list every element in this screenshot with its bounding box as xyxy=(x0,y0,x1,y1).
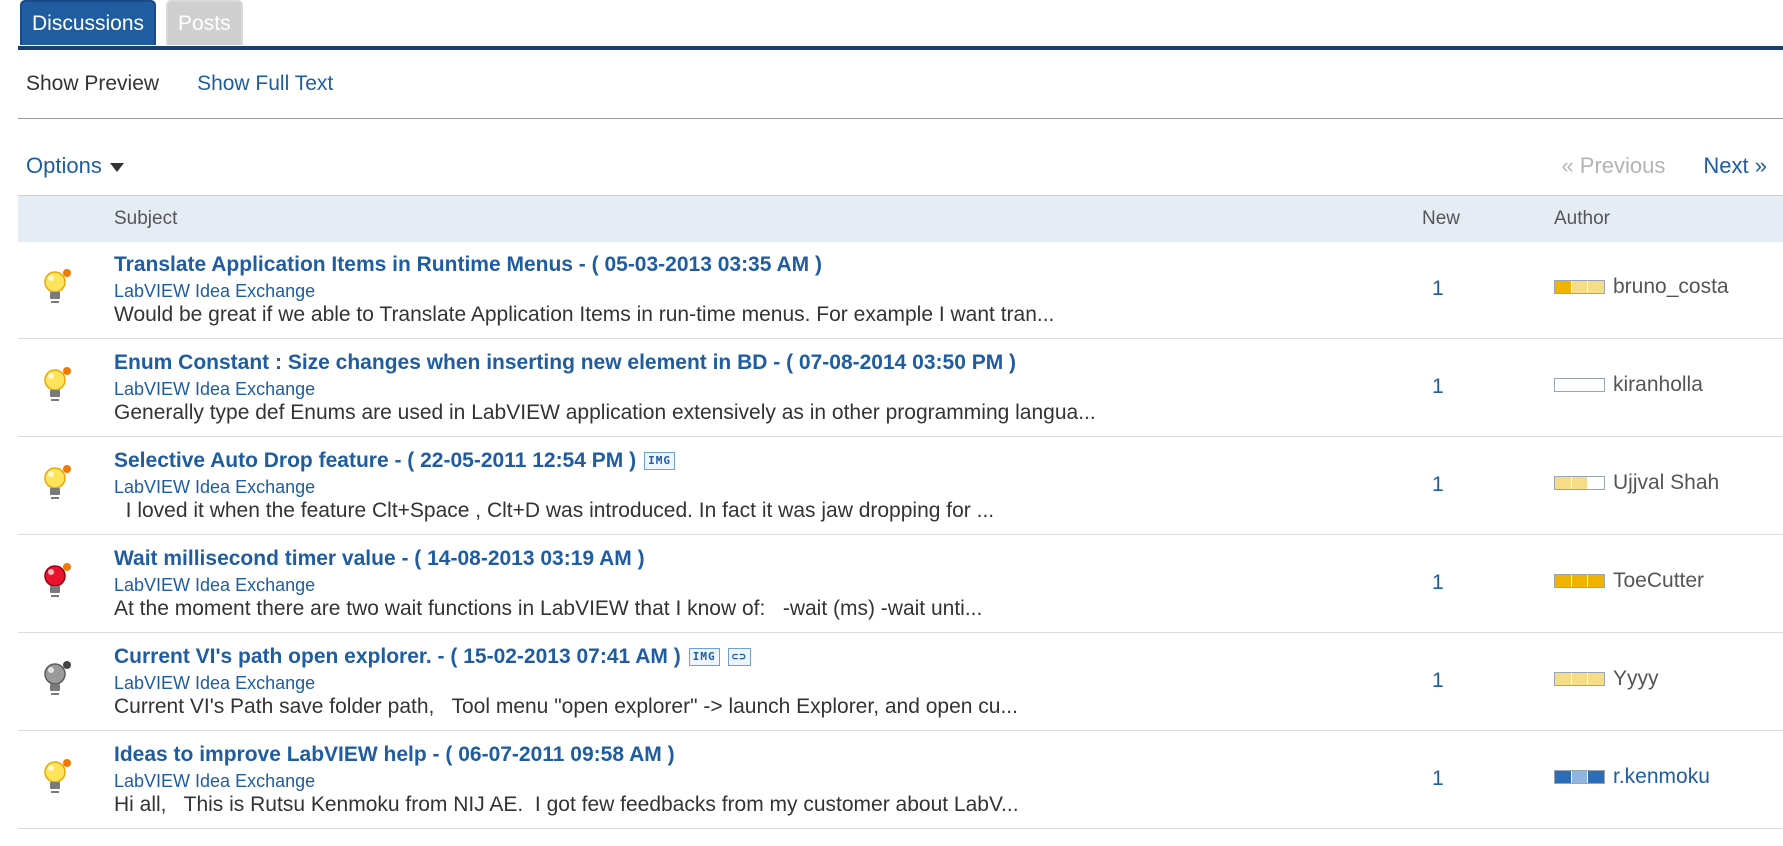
topic-title-link[interactable]: Wait millisecond timer value - ( 14-08-2… xyxy=(114,547,645,571)
topic-snippet: At the moment there are two wait functio… xyxy=(114,597,983,620)
new-count-link[interactable]: 1 xyxy=(1432,277,1444,301)
author-link[interactable]: kiranholla xyxy=(1554,373,1703,397)
pagination: « Previous Next » xyxy=(1561,153,1767,179)
new-count-link[interactable]: 1 xyxy=(1432,571,1444,595)
new-count-link[interactable]: 1 xyxy=(1432,669,1444,693)
rank-icon xyxy=(1554,770,1605,784)
topic-list: Translate Application Items in Runtime M… xyxy=(18,241,1783,829)
show-full-text-link[interactable]: Show Full Text xyxy=(197,72,333,96)
topic-title-text: Current VI's path open explorer. - ( 15-… xyxy=(114,645,681,668)
author-name: ToeCutter xyxy=(1613,569,1705,592)
rank-icon xyxy=(1554,672,1605,686)
topic-title-link[interactable]: Ideas to improve LabVIEW help - ( 06-07-… xyxy=(114,743,675,767)
options-menu-button[interactable]: Options xyxy=(26,153,124,179)
board-link[interactable]: LabVIEW Idea Exchange xyxy=(114,673,315,694)
rank-icon xyxy=(1554,574,1605,588)
idea-bulb-red-icon xyxy=(38,561,78,601)
idea-bulb-yellow-icon xyxy=(38,267,78,307)
new-count-link[interactable]: 1 xyxy=(1432,767,1444,791)
column-new[interactable]: New xyxy=(1422,208,1460,230)
view-toggle: Show Preview Show Full Text xyxy=(26,72,333,96)
idea-bulb-yellow-icon xyxy=(38,463,78,503)
board-link[interactable]: LabVIEW Idea Exchange xyxy=(114,379,315,400)
topic-row: Wait millisecond timer value - ( 14-08-2… xyxy=(18,535,1783,633)
author-link[interactable]: Yyyy xyxy=(1554,667,1659,691)
board-link[interactable]: LabVIEW Idea Exchange xyxy=(114,281,315,302)
show-preview-option[interactable]: Show Preview xyxy=(26,72,159,96)
idea-bulb-yellow-icon xyxy=(38,365,78,405)
rank-icon xyxy=(1554,378,1605,392)
topic-row: Translate Application Items in Runtime M… xyxy=(18,241,1783,339)
author-name: kiranholla xyxy=(1613,373,1703,396)
author-link[interactable]: bruno_costa xyxy=(1554,275,1729,299)
topic-title-text: Enum Constant : Size changes when insert… xyxy=(114,351,1017,374)
board-link[interactable]: LabVIEW Idea Exchange xyxy=(114,771,315,792)
tab-discussions[interactable]: Discussions xyxy=(20,0,157,45)
topic-snippet: I loved it when the feature Clt+Space , … xyxy=(114,499,995,522)
tab-divider xyxy=(18,46,1783,50)
author-link[interactable]: r.kenmoku xyxy=(1554,765,1710,789)
idea-bulb-gray-icon xyxy=(38,659,78,699)
topic-title-link[interactable]: Translate Application Items in Runtime M… xyxy=(114,253,822,277)
table-header: Subject New Author xyxy=(18,195,1783,242)
topic-snippet: Generally type def Enums are used in Lab… xyxy=(114,401,1096,424)
topic-title-text: Ideas to improve LabVIEW help - ( 06-07-… xyxy=(114,743,675,766)
author-name: r.kenmoku xyxy=(1613,765,1710,788)
previous-page-link: « Previous xyxy=(1561,153,1666,178)
caret-down-icon xyxy=(109,162,124,172)
new-count-link[interactable]: 1 xyxy=(1432,473,1444,497)
idea-bulb-yellow-icon xyxy=(38,757,78,797)
new-count-link[interactable]: 1 xyxy=(1432,375,1444,399)
author-name: Ujjval Shah xyxy=(1613,471,1720,494)
topic-title-link[interactable]: Current VI's path open explorer. - ( 15-… xyxy=(114,645,751,669)
options-label: Options xyxy=(26,153,102,178)
next-page-link[interactable]: Next » xyxy=(1703,153,1767,179)
topic-row: Ideas to improve LabVIEW help - ( 06-07-… xyxy=(18,731,1783,829)
topic-title-link[interactable]: Enum Constant : Size changes when insert… xyxy=(114,351,1016,375)
discussion-list-page: Discussions Posts Show Preview Show Full… xyxy=(0,0,1783,846)
paperclip-icon: ⊂⊃ xyxy=(727,648,751,666)
column-author[interactable]: Author xyxy=(1554,208,1610,230)
author-name: bruno_costa xyxy=(1613,275,1729,298)
topic-title-link[interactable]: Selective Auto Drop feature - ( 22-05-20… xyxy=(114,449,675,473)
column-subject[interactable]: Subject xyxy=(114,208,177,230)
topic-row: Current VI's path open explorer. - ( 15-… xyxy=(18,633,1783,731)
tab-bar: Discussions Posts xyxy=(20,0,243,48)
rank-icon xyxy=(1554,280,1605,294)
image-attachment-icon: IMG xyxy=(644,452,675,470)
topic-row: Enum Constant : Size changes when insert… xyxy=(18,339,1783,437)
topic-snippet: Would be great if we able to Translate A… xyxy=(114,303,1055,326)
author-name: Yyyy xyxy=(1613,667,1659,690)
author-link[interactable]: Ujjval Shah xyxy=(1554,471,1719,495)
topic-title-text: Selective Auto Drop feature - ( 22-05-20… xyxy=(114,449,637,472)
topic-row: Selective Auto Drop feature - ( 22-05-20… xyxy=(18,437,1783,535)
topic-snippet: Current VI's Path save folder path, Tool… xyxy=(114,695,1018,718)
topic-snippet: Hi all, This is Rutsu Kenmoku from NIJ A… xyxy=(114,793,1019,816)
board-link[interactable]: LabVIEW Idea Exchange xyxy=(114,477,315,498)
image-attachment-icon: IMG xyxy=(688,648,720,666)
topic-title-text: Wait millisecond timer value - ( 14-08-2… xyxy=(114,547,645,570)
topic-title-text: Translate Application Items in Runtime M… xyxy=(114,253,822,276)
board-link[interactable]: LabVIEW Idea Exchange xyxy=(114,575,315,596)
view-divider xyxy=(18,118,1783,119)
tab-posts[interactable]: Posts xyxy=(166,0,243,45)
author-link[interactable]: ToeCutter xyxy=(1554,569,1704,593)
rank-icon xyxy=(1554,476,1605,490)
